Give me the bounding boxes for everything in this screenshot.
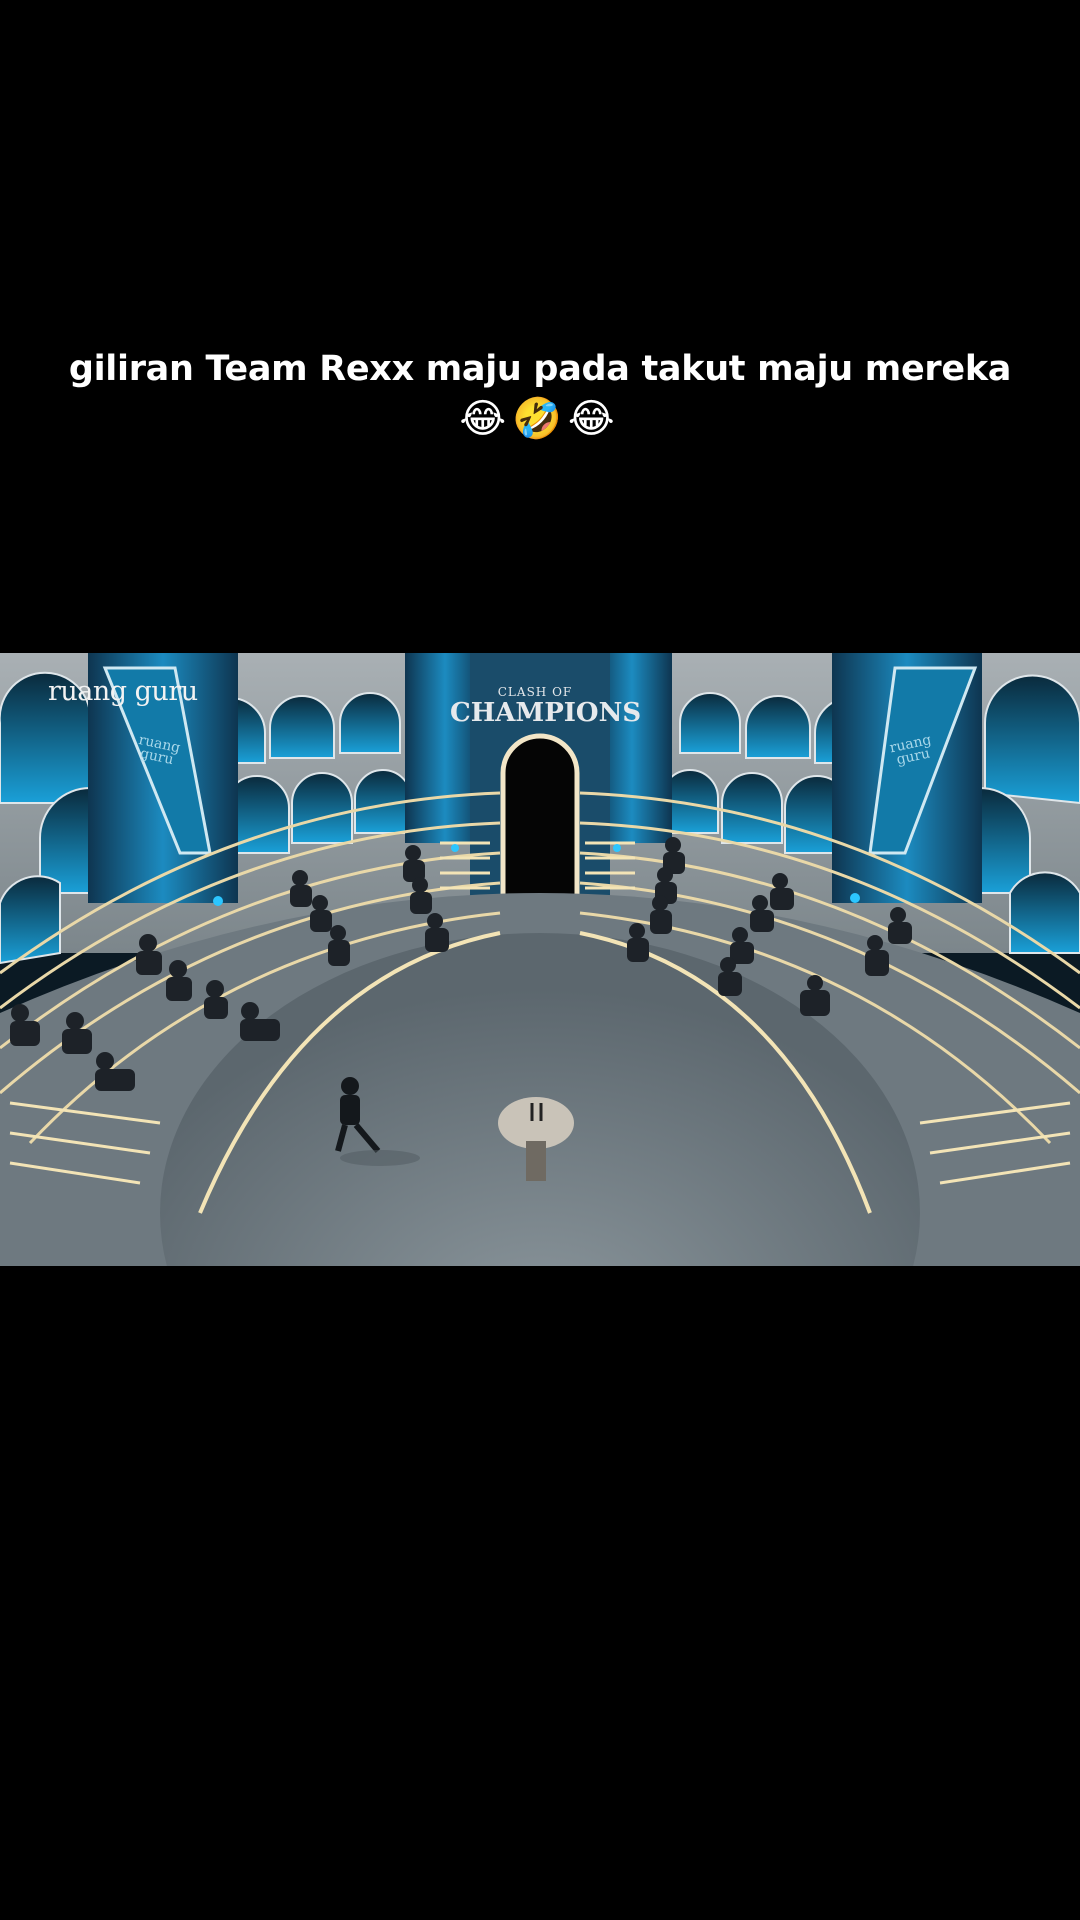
ruangguru-logo: ruang guru	[48, 676, 198, 707]
video-caption: giliran Team Rexx maju pada takut maju m…	[60, 345, 1020, 445]
caption-emojis: 😂🤣😂	[459, 396, 621, 442]
show-logo-top: CLASH OF	[497, 685, 573, 699]
video-frame[interactable]: ruang guru CLASH OF CHAMPIONS ruang guru…	[0, 653, 1080, 1266]
show-logo-main: CHAMPIONS	[450, 698, 642, 728]
caption-text: giliran Team Rexx maju pada takut maju m…	[68, 349, 1012, 389]
clash-of-champions-logo: CLASH OF CHAMPIONS	[450, 673, 642, 733]
